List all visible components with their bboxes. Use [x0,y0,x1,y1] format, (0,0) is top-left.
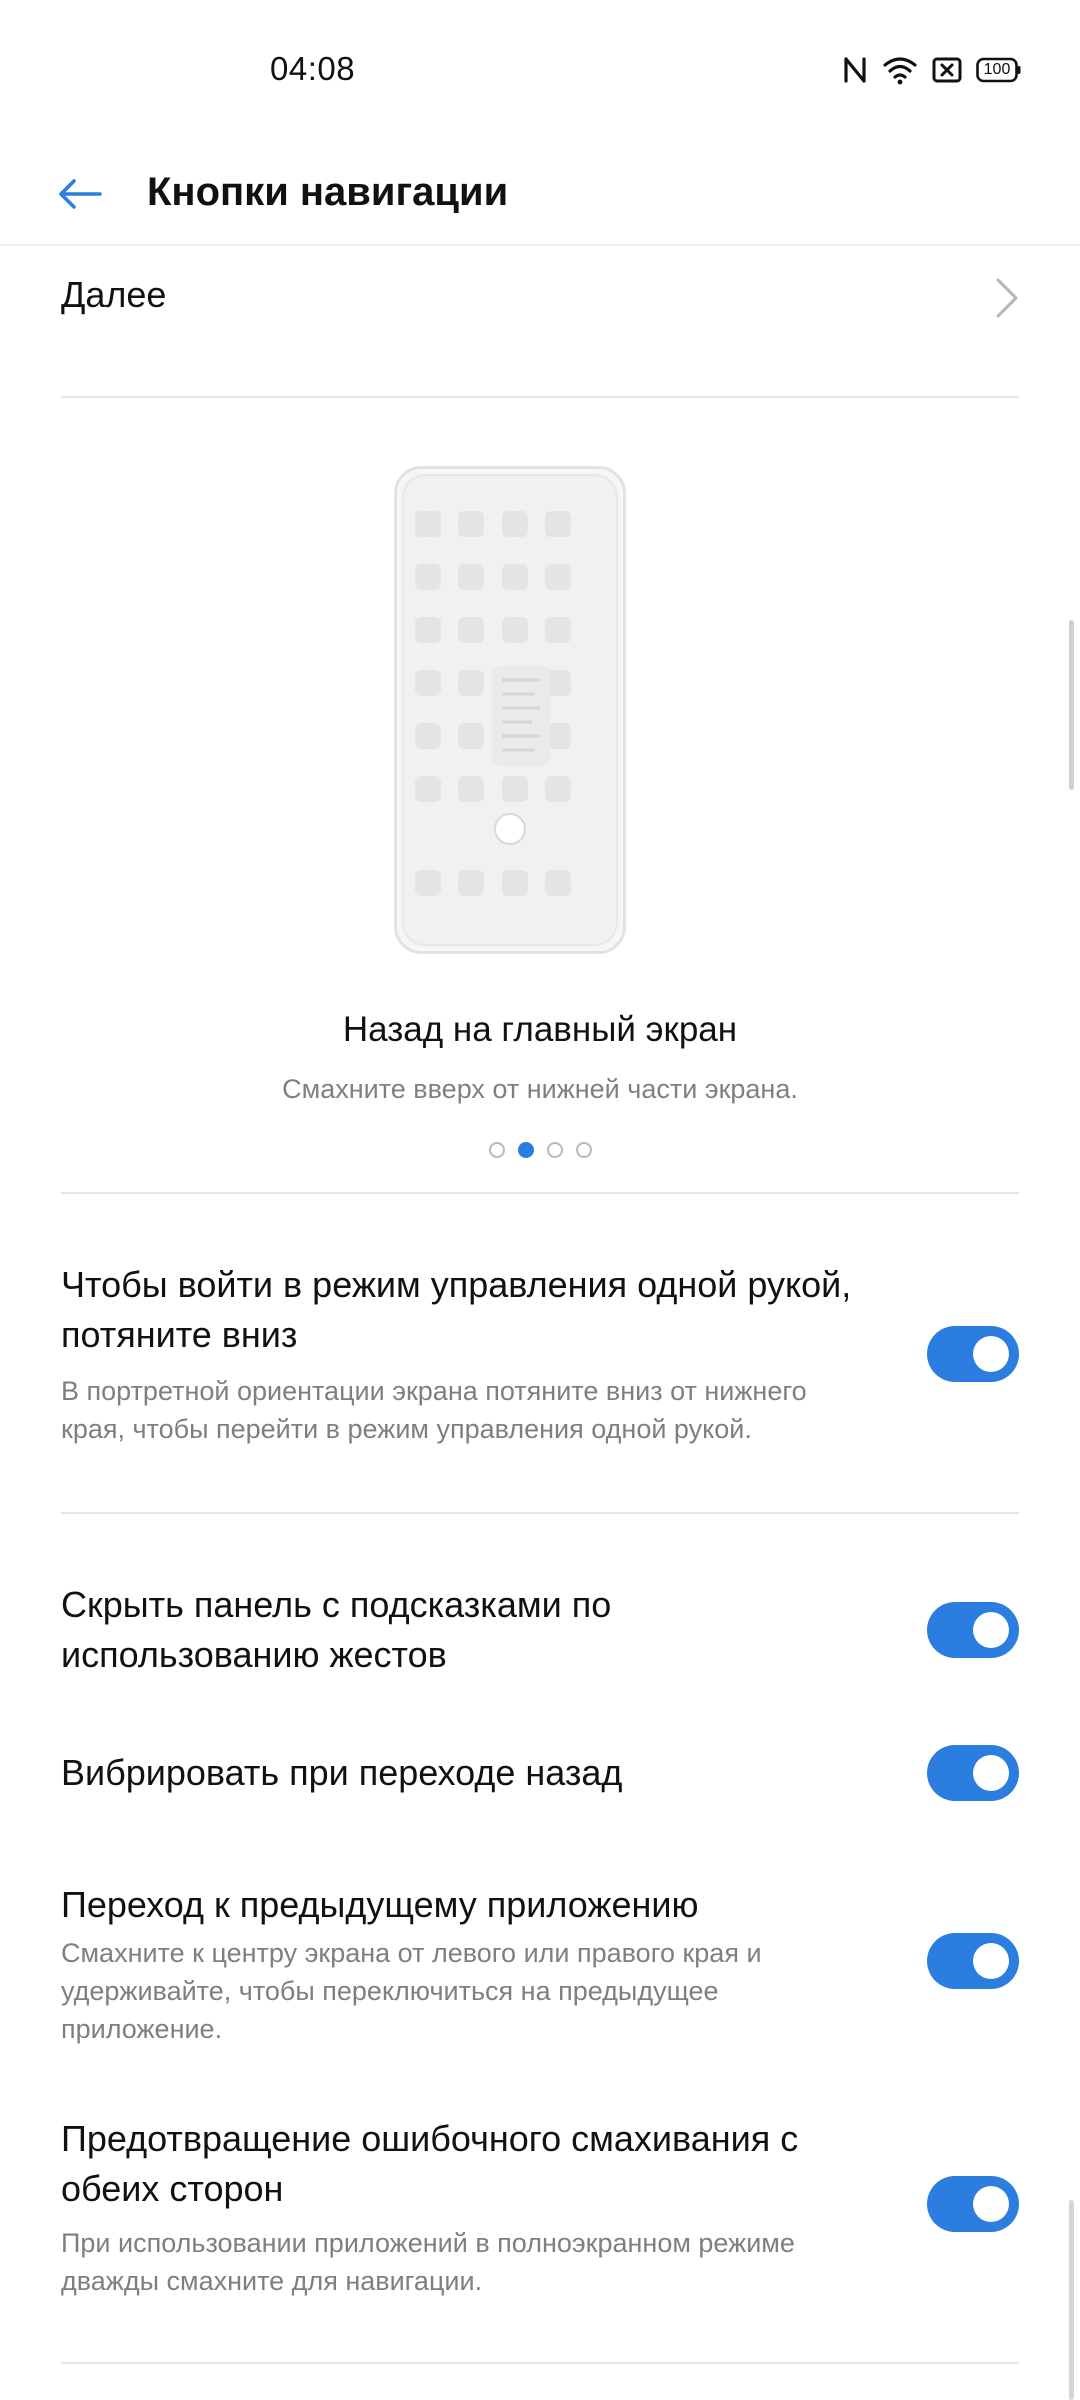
page-dot[interactable] [488,1142,505,1158]
setting-prevent-accidental-swipe[interactable]: Предотвращение ошибочного смахивания с о… [0,2114,1080,2314]
scrollbar[interactable] [1069,620,1074,790]
setting-hide-gesture-bar[interactable]: Скрыть панель с подсказками по использов… [0,1580,1080,1690]
sim-off-icon [932,57,962,83]
divider [61,1192,1019,1194]
setting-vibrate-on-back[interactable]: Вибрировать при переходе назад [0,1745,1080,1818]
page-dot[interactable] [546,1142,563,1158]
status-time: 04:08 [270,50,356,87]
toggle-knob [973,2186,1009,2222]
status-bar: 04:08 100 [0,0,1080,140]
prevent-accidental-swipe-toggle[interactable] [927,2176,1019,2232]
back-button[interactable] [48,162,112,226]
vibrate-on-back-toggle[interactable] [927,1745,1019,1801]
divider [61,396,1019,398]
next-row[interactable]: Далее [0,248,1080,394]
setting-one-hand-mode[interactable]: Чтобы войти в режим управления одной рук… [0,1260,1080,1500]
one-hand-mode-toggle[interactable] [927,1326,1019,1382]
toggle-knob [973,1755,1009,1791]
setting-title: Переход к предыдущему приложению [61,1884,699,1925]
status-icons: 100 [842,50,1022,90]
setting-title: Чтобы войти в режим управления одной рук… [61,1264,852,1355]
scroll-indicator [1069,2200,1074,2400]
next-row-label: Далее [61,274,167,315]
setting-description: Смахните к центру экрана от левого или п… [61,1938,762,2044]
battery-icon: 100 [976,57,1022,83]
toggle-knob [973,1612,1009,1648]
toggle-knob [973,1336,1009,1372]
setting-previous-app[interactable]: Переход к предыдущему приложению Смахнит… [0,1880,1080,2050]
phone-illustration [394,466,626,954]
nfc-icon [842,55,868,85]
setting-description: В портретной ориентации экрана потяните … [61,1376,807,1444]
chevron-right-icon [996,278,1018,318]
hide-gesture-bar-toggle[interactable] [927,1602,1019,1658]
previous-app-toggle[interactable] [927,1933,1019,1989]
arrow-left-icon [59,179,102,209]
setting-title: Предотвращение ошибочного смахивания с о… [61,2118,799,2209]
setting-title: Вибрировать при переходе назад [61,1752,623,1793]
divider [61,2362,1019,2364]
page-indicator[interactable] [0,1142,1080,1158]
gesture-title: Назад на главный экран [342,1010,738,1049]
page-title: Кнопки навигации [147,170,509,214]
page-dot[interactable] [575,1142,592,1158]
page-dot-active[interactable] [517,1142,534,1158]
wifi-icon [882,55,918,85]
divider [61,1512,1019,1514]
battery-level: 100 [983,61,1011,78]
toggle-knob [973,1943,1009,1979]
app-header: Кнопки навигации [0,140,1080,246]
gesture-subtitle: Смахните вверх от нижней части экрана. [282,1074,798,1104]
gesture-illustration [394,466,626,954]
setting-description: При использовании приложений в полноэкра… [61,2228,795,2296]
setting-title: Скрыть панель с подсказками по использов… [61,1584,612,1675]
